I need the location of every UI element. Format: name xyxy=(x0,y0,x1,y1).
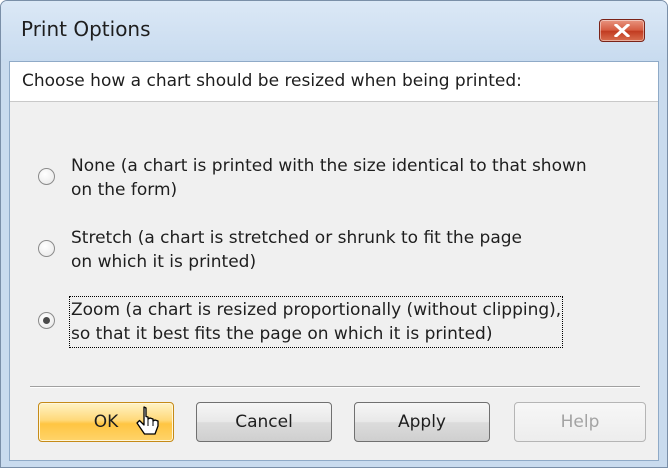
close-icon xyxy=(614,24,630,37)
option-zoom-line2: so that it best fits the page on which i… xyxy=(71,324,493,344)
option-stretch-line1: Stretch (a chart is stretched or shrunk … xyxy=(71,228,523,248)
radio-zoom[interactable] xyxy=(38,312,55,329)
option-none-line2: on the form) xyxy=(71,180,178,200)
close-button[interactable] xyxy=(599,19,645,42)
radio-selected-dot xyxy=(43,317,50,324)
help-button: Help xyxy=(514,402,646,442)
option-stretch-label[interactable]: Stretch (a chart is stretched or shrunk … xyxy=(71,226,522,274)
mouse-pointer-icon xyxy=(136,406,159,435)
apply-button[interactable]: Apply xyxy=(354,402,490,442)
radio-stretch[interactable] xyxy=(38,240,55,257)
option-stretch-line2: on which it is printed) xyxy=(71,252,257,272)
prompt-label: Choose how a chart should be resized whe… xyxy=(22,71,522,91)
option-none-label[interactable]: None (a chart is printed with the size i… xyxy=(71,154,587,202)
radio-none[interactable] xyxy=(38,168,55,185)
resize-options-group: None (a chart is printed with the size i… xyxy=(10,102,658,364)
print-options-dialog: Print Options Choose how a chart should … xyxy=(0,0,668,468)
option-zoom-line1: Zoom (a chart is resized proportionally … xyxy=(71,300,562,320)
dialog-client-area: Choose how a chart should be resized whe… xyxy=(9,61,659,461)
prompt-bar: Choose how a chart should be resized whe… xyxy=(10,62,658,102)
option-none-line1: None (a chart is printed with the size i… xyxy=(71,156,587,176)
option-zoom-label[interactable]: Zoom (a chart is resized proportionally … xyxy=(68,296,564,348)
cancel-button[interactable]: Cancel xyxy=(196,402,332,442)
title-bar[interactable]: Print Options xyxy=(1,1,667,61)
window-title: Print Options xyxy=(21,17,151,41)
button-separator xyxy=(30,386,640,388)
